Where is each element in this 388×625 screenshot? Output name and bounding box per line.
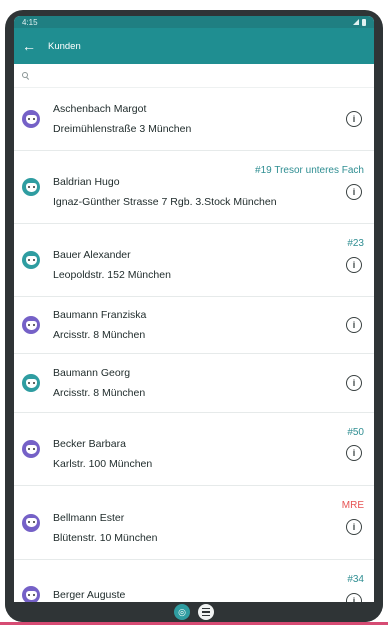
customer-tag: #34: [347, 574, 364, 585]
list-item[interactable]: Becker Barbara Karlstr. 100 München #50 …: [14, 413, 374, 486]
avatar-icon: [22, 251, 40, 269]
list-item[interactable]: Aschenbach Margot Dreimühlenstraße 3 Mün…: [14, 88, 374, 151]
customer-address: Blütenstr. 10 München: [53, 531, 158, 544]
customer-address: Karlstr. 100 München: [53, 458, 153, 470]
customer-name: Bauer Alexander: [53, 249, 131, 261]
customer-name: Aschenbach Margot: [53, 103, 147, 115]
list-item[interactable]: Baumann Franziska Arcisstr. 8 München i: [14, 297, 374, 354]
info-icon[interactable]: i: [346, 111, 362, 127]
info-icon[interactable]: i: [346, 593, 362, 602]
customer-name: Baumann Georg: [53, 367, 131, 379]
list-item[interactable]: Bellmann Ester Blütenstr. 10 München MRE…: [14, 486, 374, 560]
globe-icon[interactable]: ◎: [174, 604, 190, 620]
list-item[interactable]: Bauer Alexander Leopoldstr. 152 München …: [14, 224, 374, 297]
page-title: Kunden: [48, 40, 81, 52]
avatar-icon: [22, 513, 40, 532]
device: 4:15 ← Kunden Aschenbach Margot Dreimühl…: [0, 0, 388, 625]
app-bar: ← Kunden: [14, 28, 374, 64]
avatar-icon: [22, 440, 40, 458]
info-icon[interactable]: i: [346, 257, 362, 273]
tablet-frame: 4:15 ← Kunden Aschenbach Margot Dreimühl…: [5, 10, 383, 622]
customer-name: Baldrian Hugo: [53, 176, 120, 188]
info-icon[interactable]: i: [346, 519, 362, 535]
customer-list: Aschenbach Margot Dreimühlenstraße 3 Mün…: [14, 88, 374, 602]
status-bar: 4:15: [14, 16, 374, 28]
avatar-icon: [22, 178, 40, 196]
customer-address: Ignaz-Günther Strasse 7 Rgb. 3.Stock Mün…: [53, 196, 277, 208]
customer-name: Becker Barbara: [53, 438, 126, 450]
arrow-back-icon[interactable]: ←: [22, 38, 40, 54]
avatar-icon: [22, 374, 40, 392]
avatar-icon: [22, 586, 40, 602]
status-time: 4:15: [22, 17, 38, 27]
info-icon[interactable]: i: [346, 445, 362, 461]
battery-icon: [362, 18, 366, 26]
bottom-bar: ◎: [5, 602, 383, 622]
customer-tag: #19 Tresor unteres Fach: [255, 165, 364, 176]
signal-icon: [353, 19, 359, 25]
info-icon[interactable]: i: [346, 184, 362, 200]
customer-tag: #23: [347, 238, 364, 249]
search-bar[interactable]: [14, 64, 374, 88]
info-icon[interactable]: i: [346, 375, 362, 391]
list-item[interactable]: Berger Auguste #34 i: [14, 560, 374, 602]
list-item[interactable]: Baldrian Hugo Ignaz-Günther Strasse 7 Rg…: [14, 151, 374, 224]
customer-tag: #50: [347, 427, 364, 438]
customer-tag: MRE: [341, 500, 364, 511]
app-screen: 4:15 ← Kunden Aschenbach Margot Dreimühl…: [14, 16, 374, 602]
info-icon[interactable]: i: [346, 317, 362, 333]
search-icon[interactable]: [22, 71, 30, 80]
customer-name: Bellmann Ester: [53, 511, 125, 524]
customer-address: Arcisstr. 8 München: [53, 329, 146, 341]
customer-name: Berger Auguste: [53, 589, 126, 601]
customer-name: Baumann Franziska: [53, 309, 147, 321]
list-item[interactable]: Baumann Georg Arcisstr. 8 München i: [14, 354, 374, 413]
customer-address: Dreimühlenstraße 3 München: [53, 123, 192, 135]
customer-address: Leopoldstr. 152 München: [53, 269, 171, 281]
avatar-icon: [22, 316, 40, 334]
customer-address: Arcisstr. 8 München: [53, 387, 146, 399]
menu-icon[interactable]: [198, 604, 214, 620]
avatar-icon: [22, 110, 40, 128]
